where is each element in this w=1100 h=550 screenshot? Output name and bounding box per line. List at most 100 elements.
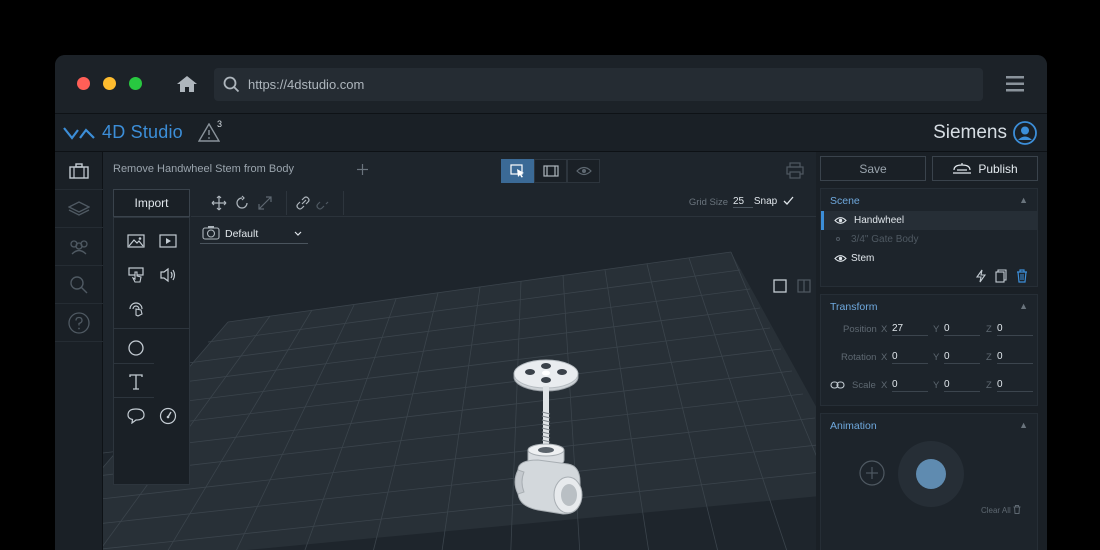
palette-divider [114, 328, 189, 329]
sidebar-item-layers[interactable] [55, 190, 103, 228]
position-z-input[interactable]: 0 [997, 323, 1033, 336]
valve-3d-model[interactable] [508, 342, 608, 522]
user-avatar-icon[interactable] [1013, 121, 1037, 145]
document-title[interactable]: Remove Handwheel Stem from Body [113, 163, 294, 175]
properties-panel: Save Publish Scene ▲ Handwheel 3/4" Gate… [816, 152, 1047, 550]
sidebar-item-search[interactable] [55, 266, 103, 304]
import-button[interactable]: Import [113, 189, 190, 217]
url-bar[interactable]: https://4dstudio.com [214, 68, 983, 101]
insert-hotspot-button[interactable] [120, 259, 152, 291]
insert-comment-button[interactable] [120, 400, 152, 432]
clear-all-button[interactable]: Clear All [981, 505, 1021, 515]
record-dot-icon [916, 459, 946, 489]
scene-item-handwheel[interactable]: Handwheel [821, 211, 1037, 230]
speaker-icon [160, 267, 176, 283]
record-button[interactable] [898, 441, 964, 507]
video-icon [159, 234, 177, 248]
scene-item-stem[interactable]: Stem [821, 249, 1037, 268]
text-icon [129, 374, 143, 390]
single-view-icon[interactable] [773, 279, 787, 293]
insert-circle-button[interactable] [120, 332, 152, 364]
palette-divider [114, 363, 154, 364]
add-animation-icon[interactable] [859, 460, 885, 486]
hidden-dot-icon[interactable] [836, 237, 840, 241]
minimize-window-button[interactable] [103, 77, 116, 90]
eye-icon[interactable] [834, 216, 847, 225]
camera-select[interactable]: Default [200, 224, 308, 244]
view-mode-toggle [501, 159, 600, 183]
position-y-input[interactable]: 0 [944, 323, 980, 336]
animation-panel: Animation ▲ Clear All [820, 413, 1038, 550]
eye-icon[interactable] [834, 254, 847, 263]
sidebar-item-help[interactable] [55, 304, 103, 342]
close-window-button[interactable] [77, 77, 90, 90]
preview-mode-button[interactable] [567, 159, 600, 183]
lightning-icon[interactable] [975, 269, 987, 283]
scene-title: Scene [830, 195, 860, 207]
two-column-view-icon[interactable] [797, 279, 811, 293]
scene-item-gate-body[interactable]: 3/4" Gate Body [821, 230, 1037, 249]
brand-logo-icon [63, 127, 95, 140]
trash-icon [1013, 505, 1021, 514]
rotation-x-input[interactable]: 0 [892, 351, 928, 364]
collapse-chevron-icon[interactable]: ▲ [1019, 195, 1028, 205]
rotate-icon[interactable] [234, 195, 250, 211]
position-x-input[interactable]: 27 [892, 323, 928, 336]
rotation-label: Rotation [841, 352, 877, 363]
scene-item-label: Stem [851, 253, 875, 264]
gauge-icon [159, 407, 177, 425]
snap-label: Snap [753, 196, 778, 207]
axis-z-label: Z [986, 380, 992, 391]
unlink-icon[interactable] [315, 195, 331, 211]
circle-shape-icon [128, 340, 144, 356]
sidebar-item-assets[interactable] [55, 152, 103, 190]
scale-icon[interactable] [257, 195, 273, 211]
transform-panel: Transform ▲ Position X 27 Y 0 Z 0 Rotati… [820, 294, 1038, 406]
axis-z-label: Z [986, 352, 992, 363]
brand-name: 4D Studio [102, 122, 183, 142]
grid-size-input[interactable]: 25 [733, 196, 753, 208]
browser-chrome: https://4dstudio.com [55, 55, 1047, 114]
url-text: https://4dstudio.com [248, 77, 365, 92]
copy-icon[interactable] [995, 269, 1007, 283]
home-icon[interactable] [176, 75, 198, 93]
scale-y-input[interactable]: 0 [944, 379, 980, 392]
hamburger-menu-icon[interactable] [1006, 76, 1024, 92]
collapse-chevron-icon[interactable]: ▲ [1019, 301, 1028, 311]
collapse-chevron-icon[interactable]: ▲ [1019, 420, 1028, 430]
axis-x-label: X [881, 324, 888, 335]
insert-image-button[interactable] [120, 225, 152, 257]
scale-z-input[interactable]: 0 [997, 379, 1033, 392]
warning-count-badge: 3 [217, 119, 223, 129]
lock-aspect-icon[interactable] [830, 381, 845, 389]
scene-panel: Scene ▲ Handwheel 3/4" Gate Body Stem [820, 188, 1038, 287]
insert-gauge-button[interactable] [152, 400, 184, 432]
axis-x-label: X [881, 352, 888, 363]
link-icon[interactable] [295, 195, 311, 211]
axis-x-label: X [881, 380, 888, 391]
trash-icon[interactable] [1016, 269, 1028, 283]
axis-z-label: Z [986, 324, 992, 335]
rotation-z-input[interactable]: 0 [997, 351, 1033, 364]
camera-icon [202, 226, 220, 240]
snap-toggle[interactable]: Snap [754, 196, 794, 207]
cursor-select-icon [509, 164, 524, 178]
insert-gesture-button[interactable] [120, 293, 152, 325]
insert-audio-button[interactable] [152, 259, 184, 291]
publish-button[interactable]: Publish [932, 156, 1038, 181]
insert-text-button[interactable] [120, 366, 152, 398]
insert-video-button[interactable] [152, 225, 184, 257]
touch-hotspot-icon [128, 267, 144, 283]
maximize-window-button[interactable] [129, 77, 142, 90]
move-icon[interactable] [211, 195, 227, 211]
eye-icon [575, 166, 592, 176]
user-name[interactable]: Siemens [933, 122, 1007, 144]
add-step-icon[interactable] [357, 164, 368, 175]
film-mode-button[interactable] [534, 159, 567, 183]
sidebar-item-users[interactable] [55, 228, 103, 266]
save-button[interactable]: Save [820, 156, 926, 181]
rotation-y-input[interactable]: 0 [944, 351, 980, 364]
scale-x-input[interactable]: 0 [892, 379, 928, 392]
print-icon[interactable] [786, 162, 804, 179]
select-mode-button[interactable] [501, 159, 534, 183]
